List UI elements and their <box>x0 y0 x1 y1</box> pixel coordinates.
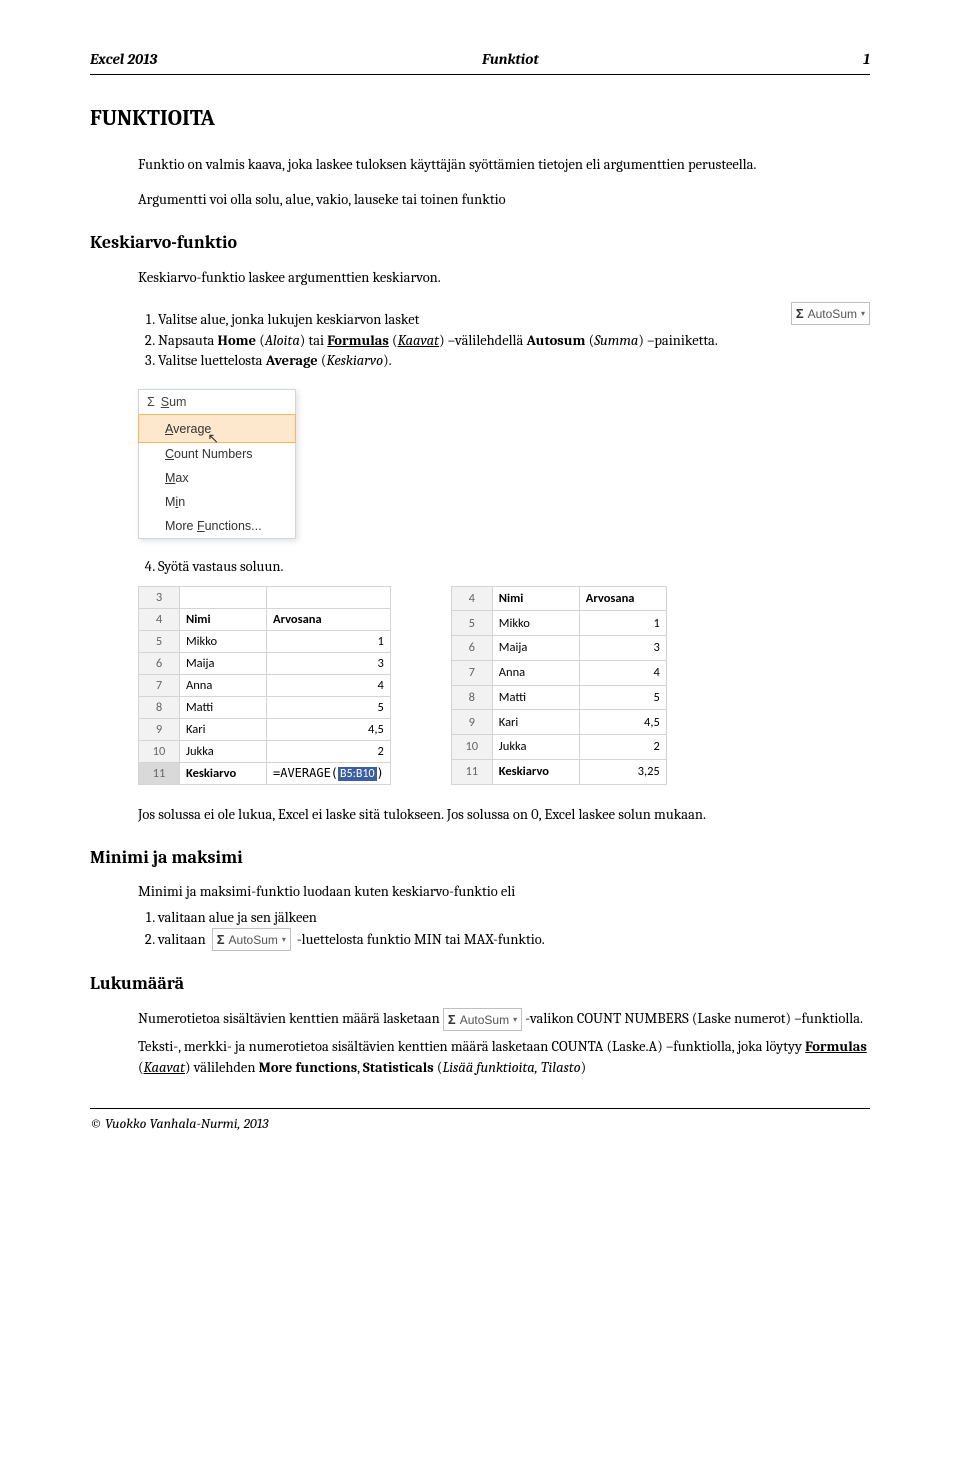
page-title: FUNKTIOITA <box>90 105 870 131</box>
mm-step-2: valitaan Σ AutoSum ▾ -luettelosta funkti… <box>158 928 870 951</box>
sigma-icon: Σ <box>448 1011 456 1029</box>
menu-item-average[interactable]: Average↖ <box>138 414 296 443</box>
formula-cell[interactable]: =AVERAGE(B5:B10) <box>267 762 391 784</box>
header-rule <box>90 74 870 75</box>
autosum-button[interactable]: Σ AutoSum ▾ <box>791 302 870 325</box>
excel-table-result: 4NimiArvosana 5Mikko1 6Maija3 7Anna4 8Ma… <box>451 586 667 785</box>
autosum-label: AutoSum <box>808 307 857 321</box>
header-right: 1 <box>863 50 870 68</box>
step-2: Napsauta Home (Aloita) tai Formulas (Kaa… <box>158 331 771 351</box>
step-1: Valitse alue, jonka lukujen keskiarvon l… <box>158 310 771 330</box>
menu-item-min[interactable]: Min <box>139 490 295 514</box>
running-header: Excel 2013 Funktiot 1 <box>90 50 870 68</box>
tables-row: 3 4NimiArvosana 5Mikko1 6Maija3 7Anna4 8… <box>138 586 870 785</box>
sigma-icon: Σ <box>147 395 155 409</box>
chevron-down-icon: ▾ <box>513 1014 517 1025</box>
note-solussa: Jos solussa ei ole lukua, Excel ei laske… <box>138 805 870 825</box>
sigma-icon: Σ <box>217 931 225 949</box>
menu-item-max[interactable]: Max <box>139 466 295 490</box>
autosum-dropdown: Σ Sum Average↖ Count Numbers Max Min Mor… <box>138 389 296 539</box>
luku-p1: Numerotietoa sisältävien kenttien määrä … <box>138 1008 870 1031</box>
excel-table-formula: 3 4NimiArvosana 5Mikko1 6Maija3 7Anna4 8… <box>138 586 391 785</box>
section-lukumaara: Lukumäärä <box>90 973 870 994</box>
step-4: Syötä vastaus soluun. <box>158 557 870 577</box>
keskiarvo-steps: Valitse alue, jonka lukujen keskiarvon l… <box>90 310 771 371</box>
autosum-button-inline[interactable]: Σ AutoSum ▾ <box>212 928 291 951</box>
menu-item-more[interactable]: More Functions... <box>139 514 295 538</box>
section-keskiarvo: Keskiarvo-funktio <box>90 232 870 253</box>
keskiarvo-desc: Keskiarvo-funktio laskee argumenttien ke… <box>138 268 870 288</box>
footer-text: © Vuokko Vanhala-Nurmi, 2013 <box>90 1115 870 1132</box>
luku-p2: Teksti-, merkki- ja numerotietoa sisältä… <box>138 1037 870 1078</box>
cursor-icon: ↖ <box>207 430 219 447</box>
intro-paragraph-2: Argumentti voi olla solu, alue, vakio, l… <box>138 190 870 210</box>
sigma-icon: Σ <box>796 306 804 321</box>
minmax-block: Minimi ja maksimi-funktio luodaan kuten … <box>138 882 870 952</box>
section-minmax: Minimi ja maksimi <box>90 847 870 868</box>
luku-block: Numerotietoa sisältävien kenttien määrä … <box>138 1008 870 1078</box>
keskiarvo-steps-cont: Syötä vastaus soluun. <box>90 557 870 577</box>
chevron-down-icon: ▾ <box>861 309 865 318</box>
menu-head[interactable]: Σ Sum <box>139 390 295 415</box>
header-center: Funktiot <box>482 50 539 68</box>
mm-step-1: valitaan alue ja sen jälkeen <box>158 908 870 928</box>
footer-rule <box>90 1108 870 1109</box>
intro-paragraph-1: Funktio on valmis kaava, joka laskee tul… <box>138 155 870 175</box>
chevron-down-icon: ▾ <box>282 934 286 945</box>
header-left: Excel 2013 <box>90 50 157 68</box>
minmax-desc: Minimi ja maksimi-funktio luodaan kuten … <box>138 882 870 902</box>
step-3: Valitse luettelosta Average (Keskiarvo). <box>158 351 771 371</box>
autosum-button-inline-2[interactable]: Σ AutoSum ▾ <box>443 1008 522 1031</box>
